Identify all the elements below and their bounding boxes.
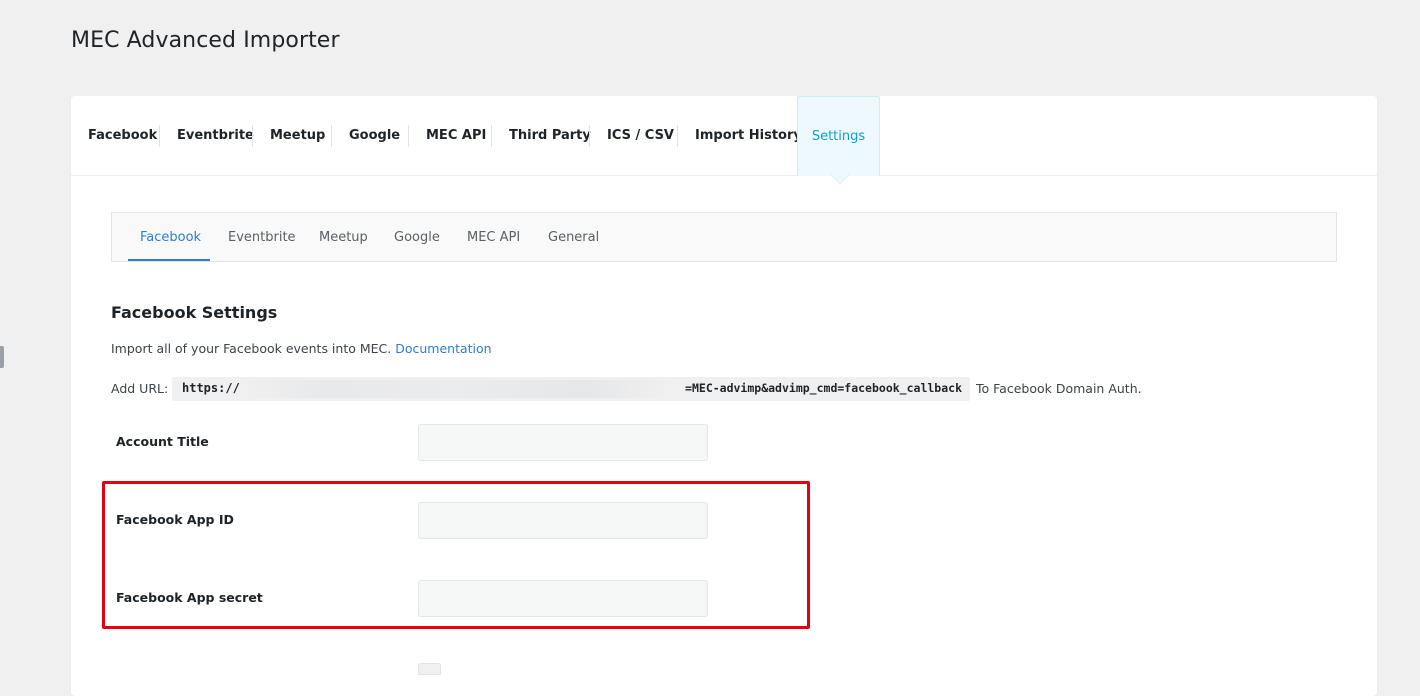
section-title: Facebook Settings	[111, 303, 278, 322]
active-tab-pointer-inner	[831, 174, 849, 183]
tab-divider	[491, 125, 492, 147]
tab-divider	[408, 125, 409, 147]
tab-eventbrite[interactable]: Eventbrite	[177, 96, 254, 175]
app-secret-input[interactable]	[418, 580, 708, 617]
tab-mec-api[interactable]: MEC API	[426, 96, 486, 175]
page-title: MEC Advanced Importer	[71, 28, 340, 53]
documentation-link[interactable]: Documentation	[395, 341, 491, 356]
next-field-control[interactable]	[418, 663, 441, 675]
tab-facebook[interactable]: Facebook	[88, 96, 157, 175]
app-id-label: Facebook App ID	[116, 512, 234, 527]
subtab-meetup[interactable]: Meetup	[319, 213, 368, 261]
subtab-facebook[interactable]: Facebook	[128, 213, 210, 261]
description-text: Import all of your Facebook events into …	[111, 341, 392, 356]
tab-divider	[589, 125, 590, 147]
tab-divider	[331, 125, 332, 147]
tab-import-history[interactable]: Import History	[695, 96, 802, 175]
callback-url-code: https:// =MEC-advimp&advimp_cmd=facebook…	[172, 377, 970, 401]
tab-settings[interactable]: Settings	[797, 96, 880, 176]
add-url-label: Add URL:	[111, 381, 169, 396]
account-title-label: Account Title	[116, 434, 209, 449]
tab-meetup[interactable]: Meetup	[270, 96, 325, 175]
sidebar-collapse-handle[interactable]	[0, 346, 4, 368]
subtab-general[interactable]: General	[548, 213, 599, 261]
tab-divider	[677, 125, 678, 147]
settings-card: Facebook Eventbrite Meetup Google MEC AP…	[71, 96, 1377, 696]
tab-third-party[interactable]: Third Party	[509, 96, 591, 175]
callback-url-prefix: https://	[182, 381, 240, 395]
section-description: Import all of your Facebook events into …	[111, 341, 492, 356]
account-title-input[interactable]	[418, 424, 708, 461]
app-secret-label: Facebook App secret	[116, 590, 263, 605]
subtab-mec-api[interactable]: MEC API	[467, 213, 520, 261]
redacted-url-segment	[240, 380, 672, 398]
tab-ics-csv[interactable]: ICS / CSV	[607, 96, 674, 175]
app-id-input[interactable]	[418, 502, 708, 539]
domain-auth-note: To Facebook Domain Auth.	[976, 381, 1142, 396]
tab-divider	[252, 125, 253, 147]
main-tab-bar: Facebook Eventbrite Meetup Google MEC AP…	[71, 96, 1377, 176]
subtab-google[interactable]: Google	[394, 213, 440, 261]
subtab-eventbrite[interactable]: Eventbrite	[228, 213, 296, 261]
settings-subtab-bar: Facebook Eventbrite Meetup Google MEC AP…	[111, 212, 1337, 262]
tab-divider	[159, 125, 160, 147]
callback-url-suffix: =MEC-advimp&advimp_cmd=facebook_callback	[685, 381, 962, 395]
tab-google[interactable]: Google	[349, 96, 400, 175]
